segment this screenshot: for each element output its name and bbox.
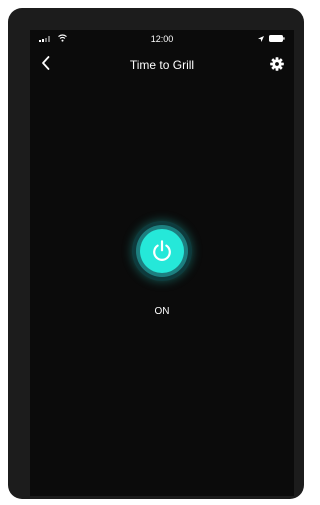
power-button-core	[140, 229, 184, 273]
battery-icon	[269, 35, 285, 42]
device-frame: 12:00 Time to Grill ON	[8, 8, 304, 499]
nav-bar: Time to Grill	[30, 48, 294, 78]
settings-button[interactable]	[270, 57, 284, 71]
status-bar: 12:00	[30, 30, 294, 48]
location-icon	[258, 36, 264, 42]
status-time: 12:00	[150, 34, 174, 44]
app-screen: 12:00 Time to Grill ON	[30, 30, 294, 496]
power-toggle-button[interactable]	[132, 221, 192, 281]
power-state-label: ON	[154, 306, 170, 317]
power-button-ring	[136, 225, 188, 277]
page-title: Time to Grill	[129, 58, 195, 72]
power-icon	[153, 240, 171, 261]
